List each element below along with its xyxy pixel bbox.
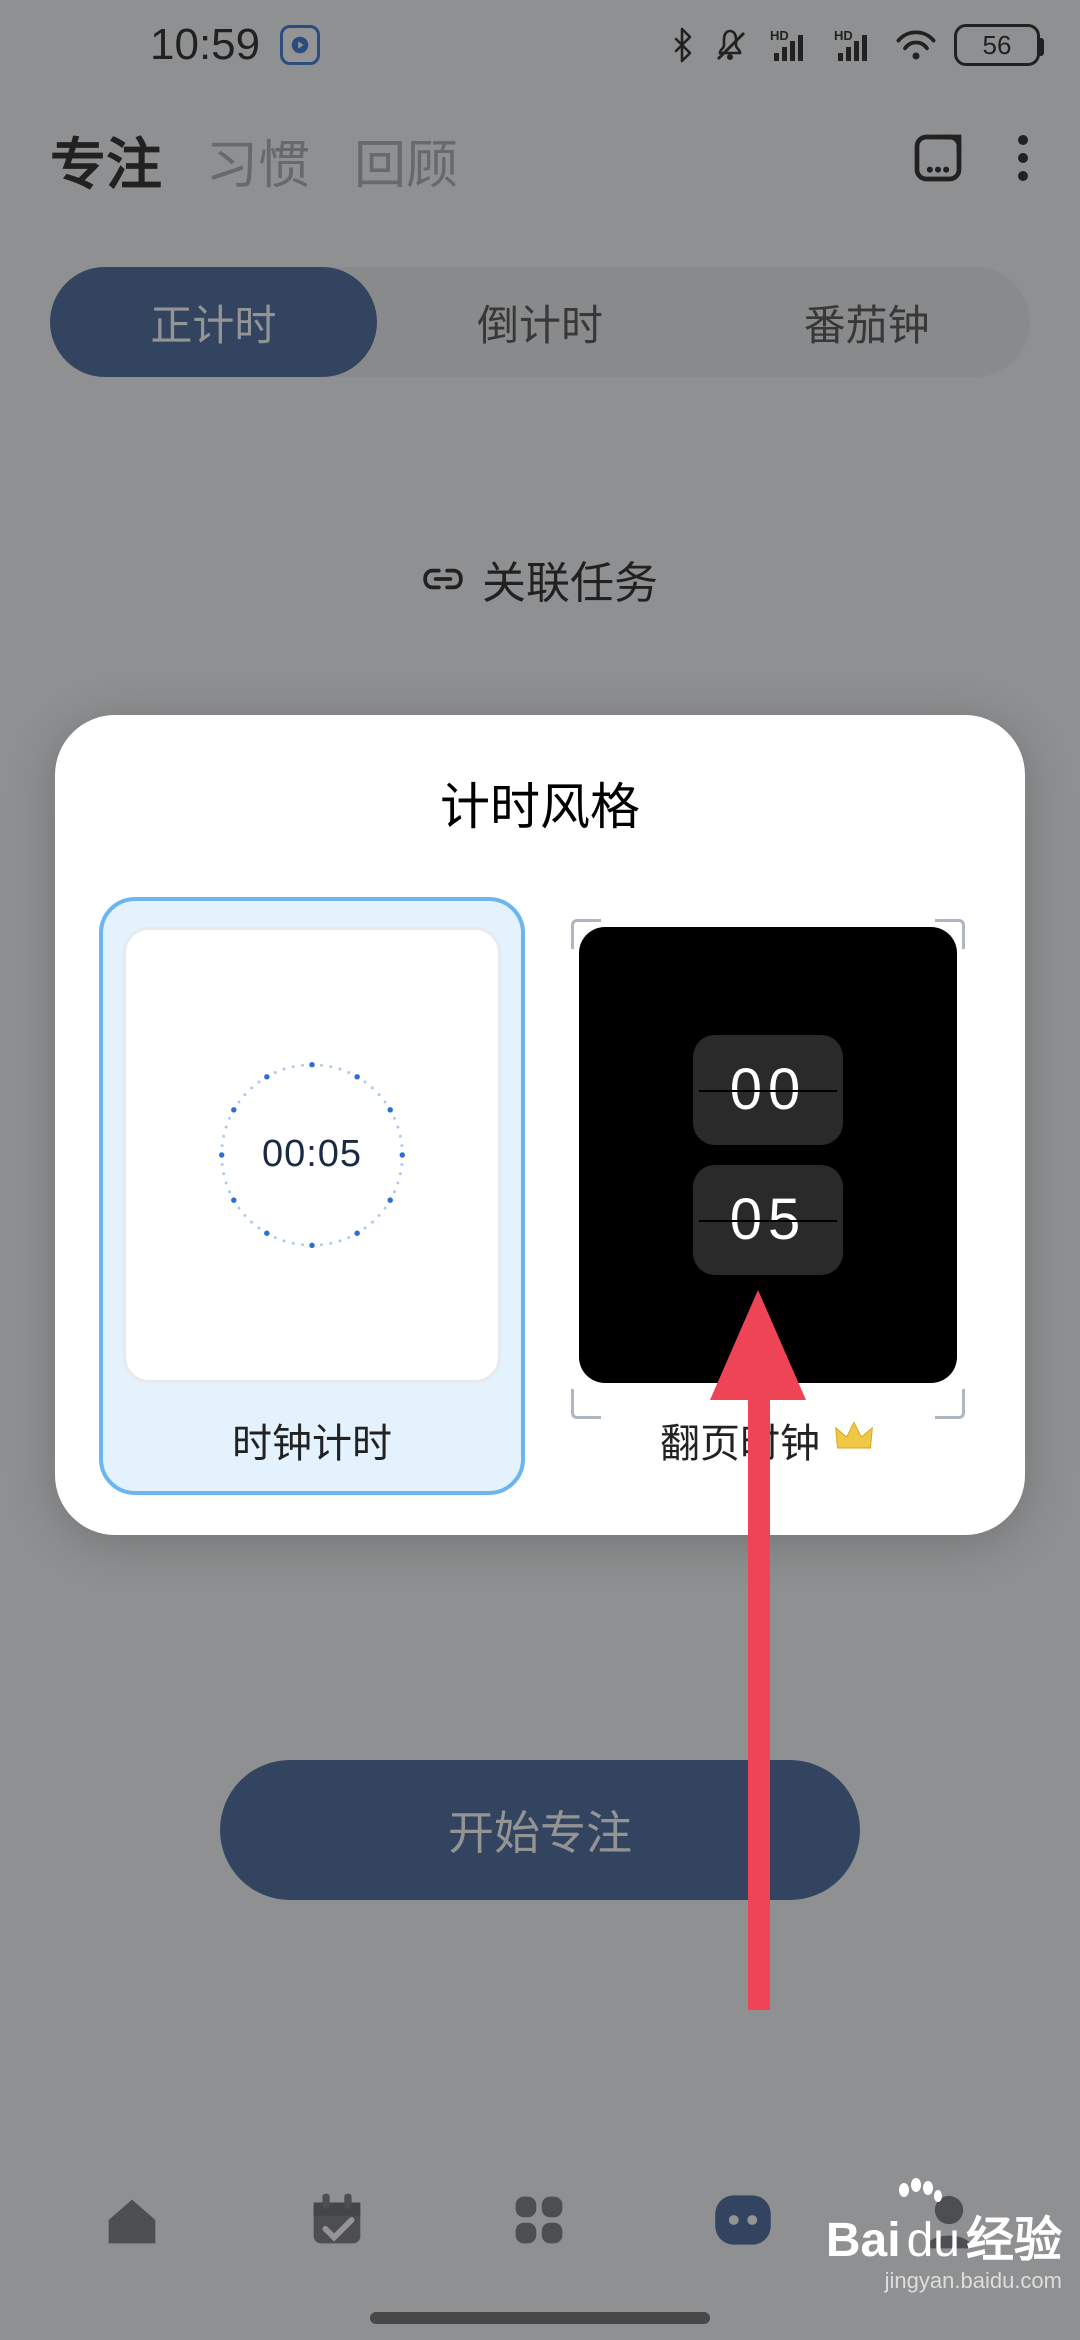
wm-brand-a: Bai [826, 2213, 901, 2268]
flip-top-value: 00 [693, 1035, 843, 1145]
watermark: Baidu 经验 jingyan.baidu.com [826, 2200, 1062, 2294]
crown-icon [832, 1415, 876, 1464]
modal-title: 计时风格 [99, 767, 981, 839]
style-option-flip[interactable]: 00 05 翻页时钟 [555, 897, 981, 1495]
clock-preview: 00:05 [123, 927, 501, 1383]
flip-bottom-value: 05 [693, 1165, 843, 1275]
selection-corner [571, 1389, 601, 1419]
selection-corner [935, 1389, 965, 1419]
wm-brand-b: du [907, 2213, 960, 2268]
wm-url: jingyan.baidu.com [826, 2268, 1062, 2294]
clock-option-label: 时钟计时 [232, 1411, 392, 1469]
paw-icon [894, 2178, 942, 2218]
style-option-clock[interactable]: 00:05 时钟计时 [99, 897, 525, 1495]
flip-preview: 00 05 [579, 927, 957, 1383]
wm-brand-c: 经验 [966, 2200, 1062, 2270]
flip-option-label: 翻页时钟 [660, 1411, 820, 1469]
timer-style-modal: 计时风格 00:05 时钟计时 [55, 715, 1025, 1535]
